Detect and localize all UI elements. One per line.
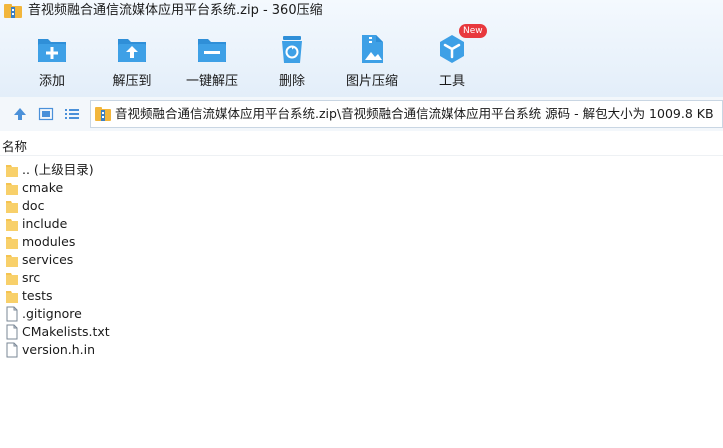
thumbnail-view-icon[interactable]: [38, 106, 54, 122]
list-item[interactable]: include: [0, 215, 300, 233]
add-label: 添加: [38, 74, 65, 89]
file-icon: [6, 324, 18, 340]
list-item[interactable]: CMakelists.txt: [0, 323, 300, 341]
address-path: 音视频融合通信流媒体应用平台系统.zip\音视频融合通信流媒体应用平台系统 源码…: [115, 106, 714, 121]
item-name: .. (上级目录): [22, 162, 94, 177]
item-name: .gitignore: [22, 306, 82, 321]
tools-label: 工具: [438, 74, 465, 89]
list-item[interactable]: cmake: [0, 179, 300, 197]
add-icon: [38, 39, 66, 62]
item-name: doc: [22, 198, 45, 213]
list-item[interactable]: .. (上级目录): [0, 161, 300, 179]
up-arrow-icon[interactable]: [12, 106, 28, 122]
folder-icon: [6, 273, 18, 285]
extract-to-label: 解压到: [112, 74, 152, 89]
item-name: include: [22, 216, 68, 231]
extract-to-icon: [118, 39, 146, 62]
one-click-extract-icon: [198, 39, 226, 62]
image-compress-button[interactable]: 图片压缩: [336, 28, 408, 92]
folder-icon: [6, 219, 18, 231]
item-name: tests: [22, 288, 53, 303]
file-list: 名称 .. (上级目录) cmake doc include modules servic…: [0, 131, 723, 448]
item-name: cmake: [22, 180, 64, 195]
file-icon: [6, 342, 18, 358]
file-icon: [6, 306, 18, 322]
archive-icon: [95, 107, 111, 121]
item-name: modules: [22, 234, 76, 249]
item-name: src: [22, 270, 41, 285]
column-name-label: 名称: [2, 139, 28, 154]
add-button[interactable]: 添加: [16, 28, 88, 92]
column-header-name[interactable]: 名称: [0, 139, 723, 156]
image-compress-icon: [362, 35, 383, 63]
delete-icon: [282, 36, 302, 63]
extract-to-button[interactable]: 解压到: [96, 28, 168, 92]
folder-icon: [6, 183, 18, 195]
delete-label: 删除: [278, 74, 305, 89]
list-item[interactable]: services: [0, 251, 300, 269]
list-view-icon[interactable]: [64, 106, 80, 122]
folder-icon: [6, 291, 18, 303]
list-item[interactable]: version.h.in: [0, 341, 300, 359]
title-bar: 音视频融合通信流媒体应用平台系统.zip - 360压缩: [0, 0, 723, 22]
list-item[interactable]: src: [0, 269, 300, 287]
folder-icon: [6, 201, 18, 213]
one-click-extract-label: 一键解压: [185, 74, 238, 89]
item-name: CMakelists.txt: [22, 324, 110, 339]
folder-icon: [6, 165, 18, 177]
image-compress-label: 图片压缩: [345, 74, 398, 89]
address-bar[interactable]: 音视频融合通信流媒体应用平台系统.zip\音视频融合通信流媒体应用平台系统 源码…: [90, 100, 723, 128]
folder-icon: [6, 255, 18, 267]
folder-icon: [6, 237, 18, 249]
item-name: version.h.in: [22, 342, 96, 357]
item-name: services: [22, 252, 74, 267]
toolbar-panel: 音视频融合通信流媒体应用平台系统.zip - 360压缩 添加 解压到 一键解压: [0, 0, 723, 97]
navigation-bar: 音视频融合通信流媒体应用平台系统.zip\音视频融合通信流媒体应用平台系统 源码…: [0, 97, 723, 132]
delete-button[interactable]: 删除: [256, 28, 328, 92]
list-item[interactable]: tests: [0, 287, 300, 305]
archive-app-icon: [4, 4, 22, 18]
list-item[interactable]: .gitignore: [0, 305, 300, 323]
tools-button[interactable]: New 工具: [416, 24, 488, 92]
window-title: 音视频融合通信流媒体应用平台系统.zip - 360压缩: [28, 3, 323, 18]
new-badge: New: [459, 24, 487, 38]
list-item[interactable]: doc: [0, 197, 300, 215]
one-click-extract-button[interactable]: 一键解压: [176, 28, 248, 92]
list-item[interactable]: modules: [0, 233, 300, 251]
